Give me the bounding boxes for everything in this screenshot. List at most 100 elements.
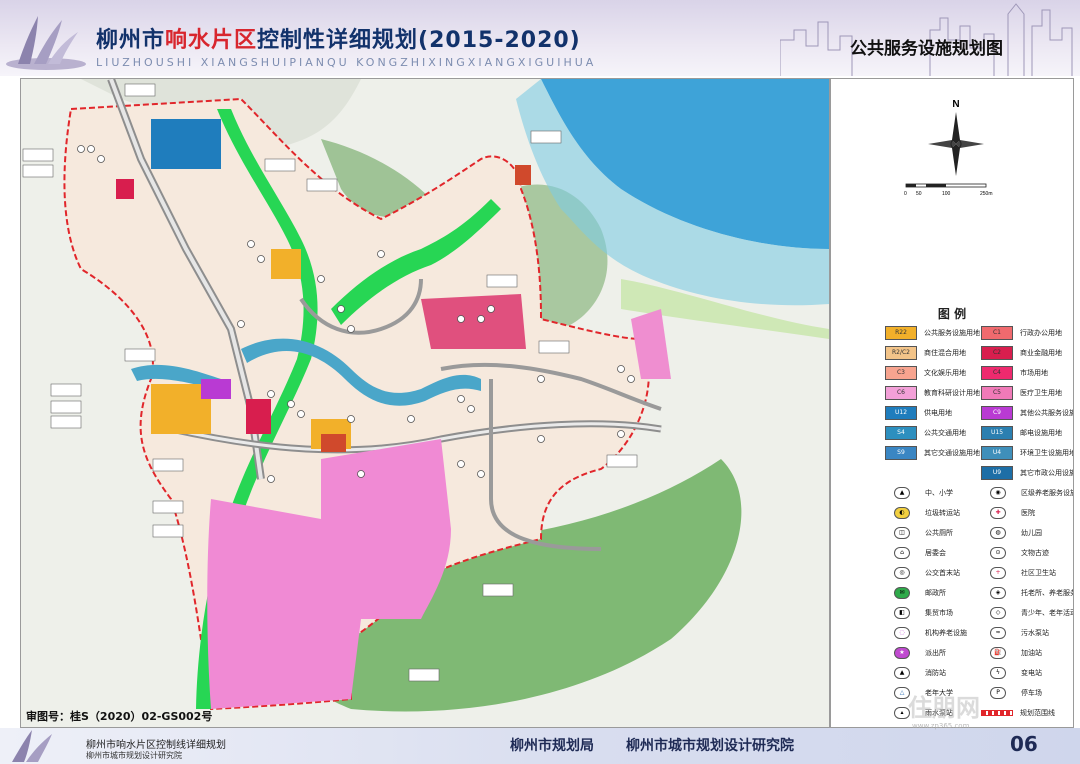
legend-label: 消防站 <box>925 669 946 677</box>
legend-swatch: C1 <box>981 326 1013 340</box>
community-clinic-icon: + <box>990 567 1006 579</box>
legend-label: 医院 <box>1021 509 1035 517</box>
legend-label: 商业金融用地 <box>1020 349 1062 357</box>
public-service-block-north <box>271 249 301 279</box>
legend-swatch: C6 <box>885 386 917 400</box>
legend-label: 其他公共服务设施用地 <box>1020 409 1073 417</box>
legend-zone-c6: C6 教育科研设计用地 <box>885 386 980 400</box>
public-toilet-icon: ◫ <box>894 527 910 539</box>
title-plan-name: 控制性详细规划(2015-2020) <box>257 28 581 53</box>
legend-swatch: U9 <box>981 466 1013 480</box>
nursing-home-icon: ◌ <box>894 627 910 639</box>
legend-label: 青少年、老年活动用房 <box>1021 609 1073 617</box>
legend-label: 社区卫生站 <box>1021 569 1056 577</box>
legend-label: 环境卫生设施用地 <box>1020 449 1074 457</box>
legend-symbol-garbage: ◐ 垃圾转运站 <box>885 506 960 520</box>
legend-symbol-activity: ◇ 青少年、老年活动用房 <box>981 606 1073 620</box>
footer-design-institute: 柳州市城市规划设计研究院 <box>626 738 794 754</box>
legend-swatch: R2/C2 <box>885 346 917 360</box>
legend-zone-c3: C3 文化娱乐用地 <box>885 366 966 380</box>
map-review-number: 审图号：桂S（2020）02-GS002号 <box>26 710 213 723</box>
heritage-site-icon: ⊙ <box>990 547 1006 559</box>
legend-label: 垃圾转运站 <box>925 509 960 517</box>
legend-swatch: U12 <box>885 406 917 420</box>
legend-label: 行政办公用地 <box>1020 329 1062 337</box>
legend-zone-u15: U15 邮电设施用地 <box>981 426 1062 440</box>
legend-swatch: S4 <box>885 426 917 440</box>
footer-plan-name: 柳州市响水片区控制线详细规划 <box>86 740 226 751</box>
parking-icon: P <box>990 687 1006 699</box>
legend-label: 文化娱乐用地 <box>924 369 966 377</box>
legend-label: 教育科研设计用地 <box>924 389 980 397</box>
legend-label: 其它市政公用设施用地 <box>1020 469 1073 477</box>
legend-symbol-nursing: ◌ 机构养老设施 <box>885 626 967 640</box>
legend-title: 图 例 <box>937 307 967 321</box>
land-use-map[interactable] <box>20 78 830 728</box>
bus-terminal-icon: ◎ <box>894 567 910 579</box>
legend-symbol-gas: ⛽ 加油站 <box>981 646 1042 660</box>
hospital-icon: ✚ <box>990 507 1006 519</box>
scale-tick: 50 <box>916 191 922 196</box>
legend-swatch: C9 <box>981 406 1013 420</box>
scale-tick: 0 <box>904 191 907 196</box>
legend-label: 集贸市场 <box>925 609 953 617</box>
legend-zone-s4: S4 公共交通用地 <box>885 426 966 440</box>
utility-block-north <box>151 119 221 169</box>
legend-symbol-heritage: ⊙ 文物古迹 <box>981 546 1049 560</box>
legend-swatch: U15 <box>981 426 1013 440</box>
legend-label: 公共交通用地 <box>924 429 966 437</box>
legend-symbol-post: ✉ 邮政所 <box>885 586 946 600</box>
legend-zone-c2: C2 商业金融用地 <box>981 346 1062 360</box>
legend-zone-u9: U9 其它市政公用设施用地 <box>981 466 1073 480</box>
legend-swatch: R22 <box>885 326 917 340</box>
map-canvas[interactable] <box>21 79 829 727</box>
legend-symbol-kindergarten: ◍ 幼儿园 <box>981 526 1042 540</box>
legend-symbol-boundary: 规划范围线 <box>981 706 1055 720</box>
legend-label: 加油站 <box>1021 649 1042 657</box>
commercial-block <box>246 399 271 434</box>
elderly-center-icon: ◈ <box>990 587 1006 599</box>
legend-label: 市场用地 <box>1020 369 1048 377</box>
legend-label: 文物古迹 <box>1021 549 1049 557</box>
legend-zone-u12: U12 供电用地 <box>885 406 952 420</box>
post-office-icon: ✉ <box>894 587 910 599</box>
legend-label: 规划范围线 <box>1020 709 1055 717</box>
legend-label: 停车场 <box>1021 689 1042 697</box>
title-city: 柳州市 <box>96 28 166 53</box>
legend-label: 托老所、养老服务中心 <box>1021 589 1073 597</box>
watermark-url: www.zp365.com <box>912 722 970 730</box>
north-arrow-icon: N 0 50 100 250m <box>904 99 993 196</box>
activity-room-icon: ◇ <box>990 607 1006 619</box>
legend-label: 商住混合用地 <box>924 349 966 357</box>
legend-label: 幼儿园 <box>1021 529 1042 537</box>
title-district: 响水片区 <box>165 28 258 53</box>
commercial-block-north <box>116 179 134 199</box>
commerce-finance-zone <box>421 294 526 349</box>
legend-swatch: S9 <box>885 446 917 460</box>
watermark-logo: 住朋网 <box>908 694 980 722</box>
legend-label: 变电站 <box>1021 669 1042 677</box>
header-banner: 柳州市响水片区控制性详细规划(2015-2020) LIUZHOUSHI XIA… <box>0 0 1080 76</box>
residents-committee-icon: ⌂ <box>894 547 910 559</box>
legend-symbol-police: ★ 派出所 <box>885 646 946 660</box>
legend-zone-r22: R22 公共服务设施用地 <box>885 326 980 340</box>
market-block-central <box>321 434 346 452</box>
sewage-pump-icon: ≈ <box>990 627 1006 639</box>
legend-symbol-sewage: ≈ 污水泵站 <box>981 626 1049 640</box>
legend-label: 区级养老服务设施 <box>1021 489 1074 497</box>
legend-zone-u4: U4 环境卫生设施用地 <box>981 446 1074 460</box>
legend-symbol-elderly-center: ◈ 托老所、养老服务中心 <box>981 586 1073 600</box>
legend-symbol-hospital: ✚ 医院 <box>981 506 1035 520</box>
scale-tick: 100 <box>942 191 951 196</box>
legend-symbol-school: ▲ 中、小学 <box>885 486 953 500</box>
legend-label: 中、小学 <box>925 489 953 497</box>
welfare-block <box>201 379 231 399</box>
legend-label: 医疗卫生用地 <box>1020 389 1062 397</box>
school-icon: ▲ <box>894 487 910 499</box>
page-number: 06 <box>1010 732 1038 756</box>
fire-station-icon: ▲ <box>894 667 910 679</box>
legend-label: 居委会 <box>925 549 946 557</box>
market-block-north <box>515 165 531 185</box>
legend-swatch: C3 <box>885 366 917 380</box>
legend-symbol-district-elderly: ◉ 区级养老服务设施 <box>981 486 1074 500</box>
